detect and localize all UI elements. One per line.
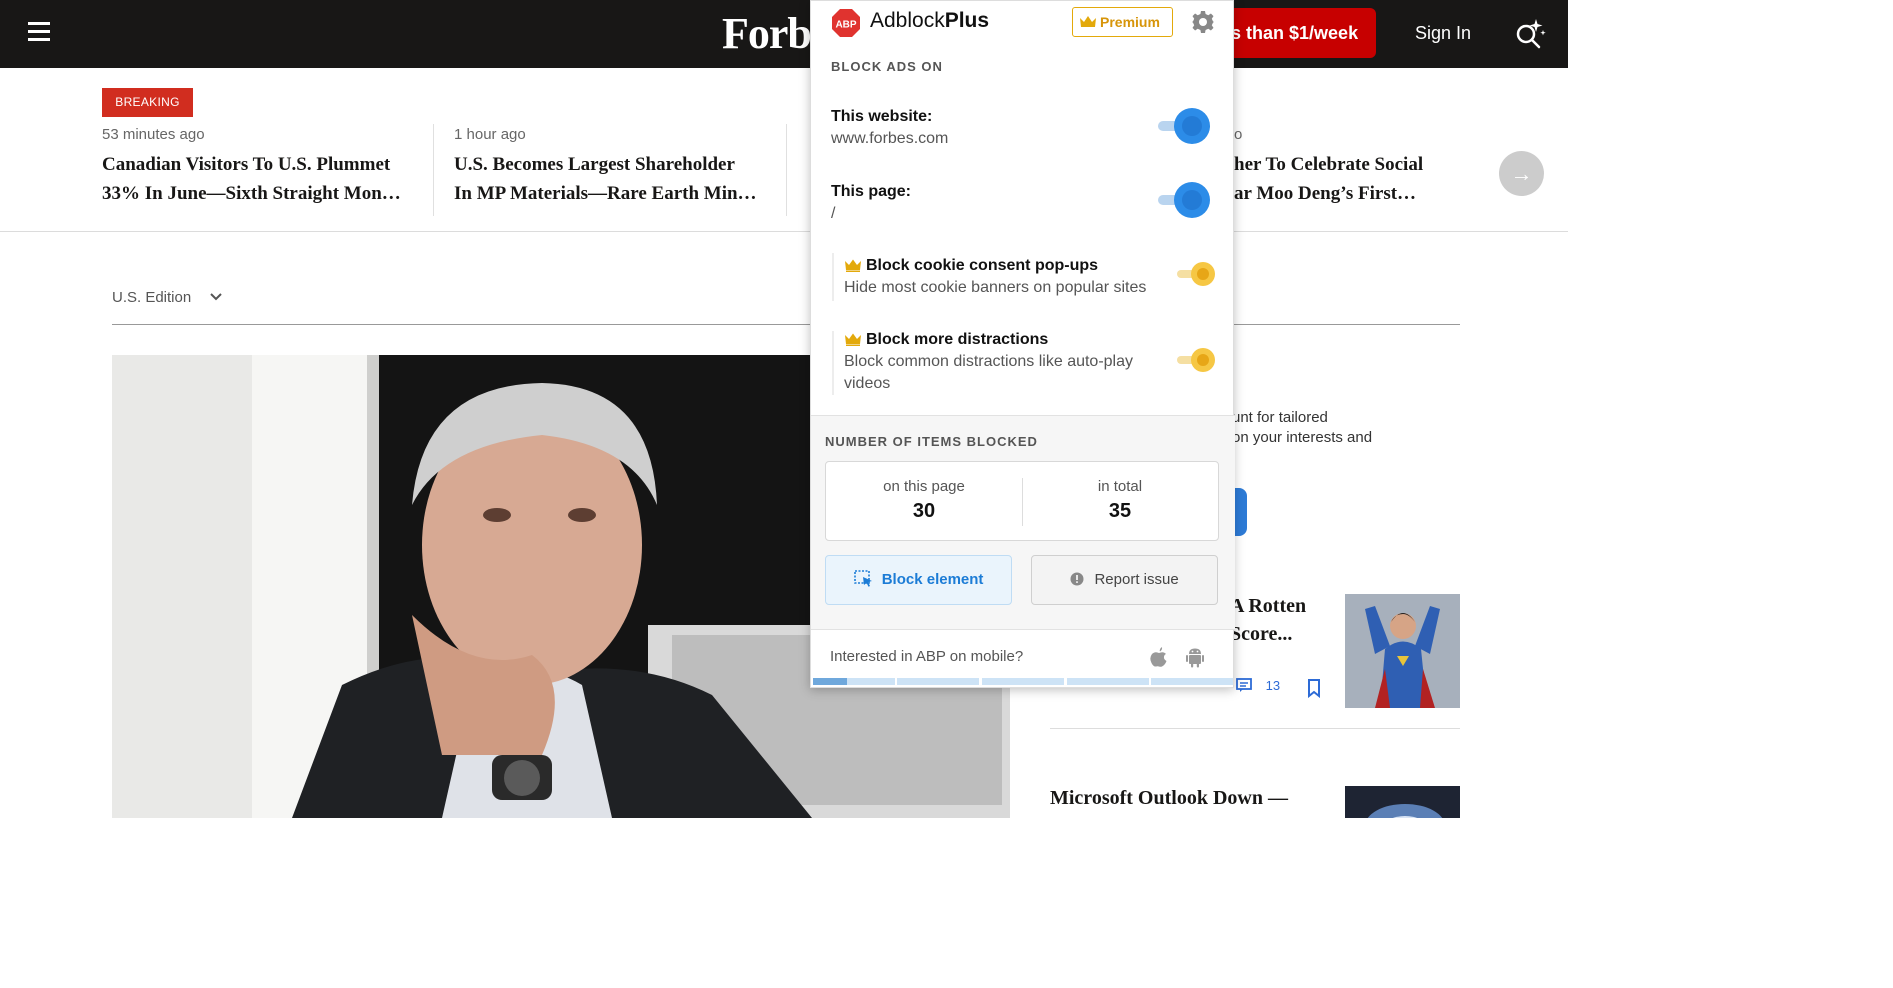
report-issue-label: Report issue <box>1094 571 1179 588</box>
news-divider <box>433 124 434 216</box>
breaking-news-item[interactable]: 53 minutes ago Canadian Visitors To U.S.… <box>102 126 422 208</box>
comment-count-value: 13 <box>1265 678 1281 693</box>
premium-indent-line <box>832 253 834 301</box>
abp-brand-bold: Plus <box>944 9 990 32</box>
chevron-down-icon <box>209 289 223 306</box>
cookie-popups-label: Block cookie consent pop-ups <box>866 257 1099 274</box>
distractions-description-line: Block common distractions like auto-play <box>844 353 1134 370</box>
news-time: 53 minutes ago <box>102 126 205 143</box>
crown-icon <box>845 333 861 346</box>
story-headline-line[interactable]: Microsoft Outlook Down — <box>1050 784 1288 812</box>
breaking-news-item[interactable]: 1 hour ago U.S. Becomes Largest Sharehol… <box>454 126 784 208</box>
block-element-button[interactable]: Block element <box>825 555 1012 605</box>
mobile-promo-text: Interested in ABP on mobile? <box>830 648 1024 665</box>
breaking-badge: BREAKING <box>102 88 193 117</box>
stat-on-page-label: on this page <box>883 478 965 495</box>
website-toggle[interactable] <box>1158 108 1210 144</box>
distractions-description: Block common distractions like auto-play… <box>844 351 1133 395</box>
story-thumbnail[interactable] <box>1345 594 1460 708</box>
premium-indent-line <box>832 331 834 395</box>
abp-brand-title: AdblockPlus <box>870 9 989 33</box>
news-headline-line[interactable]: ar Moo Deng’s First… <box>1234 179 1454 208</box>
stat-on-page-value: 30 <box>912 500 936 522</box>
story-headline-line[interactable]: Score... <box>1230 620 1306 648</box>
edition-divider <box>112 324 1460 325</box>
news-headline-line[interactable]: 33% In June—Sixth Straight Mon… <box>102 179 422 208</box>
site-header: Forbes Less than $1/week Sign In <box>0 0 1568 68</box>
page-path: / <box>831 205 836 222</box>
adblock-plus-popup: ABP AdblockPlus Premium BLOCK ADS ON Thi… <box>810 0 1235 688</box>
story-thumbnail[interactable] <box>1345 786 1460 818</box>
distractions-toggle[interactable] <box>1171 346 1223 382</box>
cursor-select-icon <box>853 570 872 587</box>
premium-button[interactable]: Premium <box>1072 7 1173 37</box>
edition-selector[interactable]: U.S. Edition <box>112 289 223 306</box>
promo-line: unt for tailored <box>1232 409 1328 426</box>
promo-line: on your interests and <box>1232 429 1373 446</box>
crown-icon <box>1080 16 1096 27</box>
abp-logo-icon: ABP <box>831 8 861 38</box>
cookie-popups-description: Hide most cookie banners on popular site… <box>844 279 1147 296</box>
hamburger-menu-icon[interactable] <box>28 22 52 44</box>
next-arrow-icon[interactable]: → <box>1499 151 1544 196</box>
page-label: This page: <box>831 183 912 200</box>
breaking-news-item[interactable]: o her To Celebrate Social ar Moo Deng’s … <box>1234 126 1454 208</box>
stat-on-page: on this page 30 <box>826 478 1022 523</box>
android-icon[interactable] <box>1185 646 1205 673</box>
items-blocked-title: NUMBER OF ITEMS BLOCKED <box>825 434 1038 449</box>
news-time: o <box>1234 126 1243 143</box>
website-label: This website: <box>831 108 933 125</box>
strip-divider <box>0 231 1568 232</box>
apple-icon[interactable] <box>1149 646 1169 673</box>
story-divider <box>1050 728 1460 729</box>
abp-brand-light: Adblock <box>870 9 945 32</box>
info-icon <box>1070 572 1084 586</box>
page-toggle[interactable] <box>1158 182 1210 218</box>
stat-total: in total 35 <box>1022 478 1218 523</box>
stats-section: NUMBER OF ITEMS BLOCKED on this page 30 … <box>811 415 1235 629</box>
premium-label: Premium <box>1100 14 1160 30</box>
distractions-description-line: videos <box>844 375 891 392</box>
story-headline[interactable]: A Rotten Score... <box>1230 592 1306 648</box>
news-headline-line[interactable]: her To Celebrate Social <box>1234 150 1454 179</box>
website-domain: www.forbes.com <box>831 130 949 147</box>
news-headline-line[interactable]: Canadian Visitors To U.S. Plummet <box>102 150 422 179</box>
search-sparkle-icon[interactable] <box>1513 16 1547 50</box>
promo-text: unt for tailored on your interests and <box>1232 408 1372 448</box>
cookie-popups-toggle[interactable] <box>1171 260 1223 296</box>
crown-icon <box>845 259 861 272</box>
block-ads-title: BLOCK ADS ON <box>831 59 943 74</box>
abp-logo-text: ABP <box>835 20 856 31</box>
stats-box: on this page 30 in total 35 <box>825 461 1219 541</box>
comment-count[interactable]: 13 <box>1236 678 1280 693</box>
edition-label: U.S. Edition <box>112 289 192 306</box>
report-issue-button[interactable]: Report issue <box>1031 555 1218 605</box>
stat-total-value: 35 <box>1108 500 1132 522</box>
carousel-progress <box>813 678 1233 685</box>
block-element-label: Block element <box>881 571 984 588</box>
sign-in-link[interactable]: Sign In <box>1415 23 1471 44</box>
news-headline-line[interactable]: In MP Materials—Rare Earth Min… <box>454 179 784 208</box>
comment-icon <box>1236 678 1252 692</box>
story-headline-line[interactable]: A Rotten <box>1230 592 1306 620</box>
distractions-label: Block more distractions <box>866 331 1049 348</box>
bookmark-icon[interactable] <box>1304 678 1324 703</box>
settings-gear-icon[interactable] <box>1191 10 1215 39</box>
news-headline-line[interactable]: U.S. Becomes Largest Shareholder <box>454 150 784 179</box>
news-time: 1 hour ago <box>454 126 526 143</box>
stat-total-label: in total <box>1097 478 1143 495</box>
news-divider <box>786 124 787 216</box>
